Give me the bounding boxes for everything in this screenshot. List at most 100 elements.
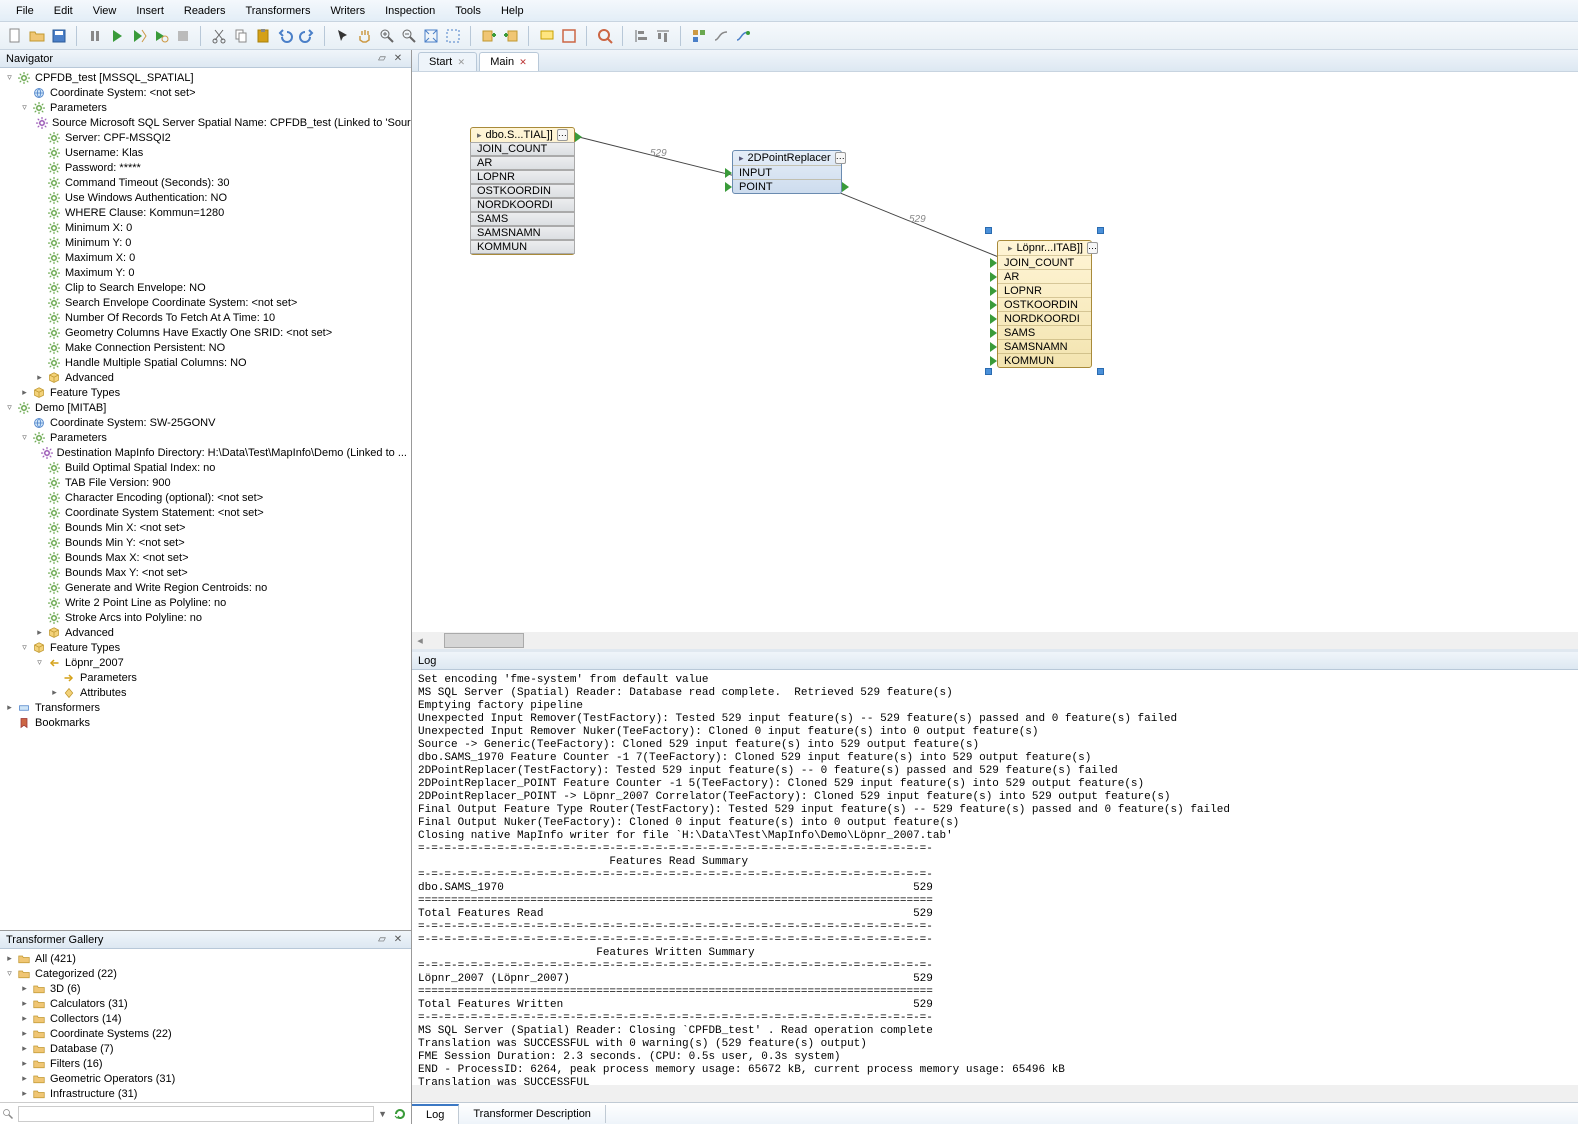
transformer-node[interactable]: ▸ 2DPointReplacer ⋯ INPUTPOINT bbox=[732, 150, 842, 194]
nav-writer-param-6[interactable]: Bounds Min Y: <not set> bbox=[0, 535, 411, 550]
nav-writer-param-11[interactable]: Stroke Arcs into Polyline: no bbox=[0, 610, 411, 625]
add-writer-icon[interactable] bbox=[502, 27, 520, 45]
nav-reader-param-0[interactable]: Source Microsoft SQL Server Spatial Name… bbox=[0, 115, 411, 130]
nav-reader-param-15[interactable]: Make Connection Persistent: NO bbox=[0, 340, 411, 355]
nav-reader-param-14[interactable]: Geometry Columns Have Exactly One SRID: … bbox=[0, 325, 411, 340]
open-icon[interactable] bbox=[28, 27, 46, 45]
nav-writer-ft-child[interactable]: ▿Löpnr_2007 bbox=[0, 655, 411, 670]
nav-transformers[interactable]: ▸Transformers bbox=[0, 700, 411, 715]
save-icon[interactable] bbox=[50, 27, 68, 45]
close-icon[interactable]: ✕ bbox=[518, 57, 528, 67]
writer-node[interactable]: ▸ Löpnr...ITAB]] ⋯ JOIN_COUNTARLOPNROSTK… bbox=[997, 240, 1092, 368]
nav-writer-param-1[interactable]: Build Optimal Spatial Index: no bbox=[0, 460, 411, 475]
port-kommun[interactable]: KOMMUN bbox=[470, 240, 575, 254]
nav-writer-param-7[interactable]: Bounds Max X: <not set> bbox=[0, 550, 411, 565]
nav-ft-attrs[interactable]: ▸Attributes bbox=[0, 685, 411, 700]
port-point[interactable]: POINT bbox=[733, 179, 841, 193]
nav-ft-params[interactable]: Parameters bbox=[0, 670, 411, 685]
gallery-cat-7[interactable]: ▸Infrastructure (31) bbox=[0, 1086, 411, 1101]
nav-reader-advanced[interactable]: ▸Advanced bbox=[0, 370, 411, 385]
nav-reader-param-5[interactable]: Use Windows Authentication: NO bbox=[0, 190, 411, 205]
nav-reader-param-2[interactable]: Username: Klas bbox=[0, 145, 411, 160]
cut-icon[interactable] bbox=[210, 27, 228, 45]
nav-writer-coord[interactable]: Coordinate System: SW-25GONV bbox=[0, 415, 411, 430]
nav-writer-param-3[interactable]: Character Encoding (optional): <not set> bbox=[0, 490, 411, 505]
transformer-header[interactable]: ▸ 2DPointReplacer ⋯ bbox=[733, 151, 841, 165]
align-left-icon[interactable] bbox=[632, 27, 650, 45]
run-icon[interactable] bbox=[108, 27, 126, 45]
nav-writer-ft[interactable]: ▿Feature Types bbox=[0, 640, 411, 655]
nav-reader-params[interactable]: ▿Parameters bbox=[0, 100, 411, 115]
nav-reader-param-10[interactable]: Maximum Y: 0 bbox=[0, 265, 411, 280]
node-props-icon[interactable]: ⋯ bbox=[557, 129, 568, 141]
menu-help[interactable]: Help bbox=[491, 2, 534, 20]
canvas[interactable]: 529 529 ▸ dbo.S...TIAL]] ⋯ JOIN_COUNTARL… bbox=[412, 72, 1578, 632]
port-input[interactable]: INPUT bbox=[733, 165, 841, 179]
nav-writer-param-5[interactable]: Bounds Min X: <not set> bbox=[0, 520, 411, 535]
nav-reader-param-11[interactable]: Clip to Search Envelope: NO bbox=[0, 280, 411, 295]
nav-writer-param-0[interactable]: Destination MapInfo Directory: H:\Data\T… bbox=[0, 445, 411, 460]
gallery-cat-5[interactable]: ▸Filters (16) bbox=[0, 1056, 411, 1071]
gallery-cat-1[interactable]: ▸Calculators (31) bbox=[0, 996, 411, 1011]
gallery-categorized[interactable]: ▿Categorized (22) bbox=[0, 966, 411, 981]
port-ar[interactable]: AR bbox=[998, 269, 1091, 283]
port-ostkoordin[interactable]: OSTKOORDIN bbox=[998, 297, 1091, 311]
nav-reader-param-3[interactable]: Password: ***** bbox=[0, 160, 411, 175]
zoom-extents-icon[interactable] bbox=[422, 27, 440, 45]
nav-reader-param-8[interactable]: Minimum Y: 0 bbox=[0, 235, 411, 250]
menu-edit[interactable]: Edit bbox=[44, 2, 83, 20]
route-icon[interactable] bbox=[712, 27, 730, 45]
tab-main[interactable]: Main ✕ bbox=[479, 52, 539, 71]
log-tab-log[interactable]: Log bbox=[412, 1104, 459, 1124]
gallery-search-input[interactable] bbox=[18, 1106, 374, 1122]
menu-insert[interactable]: Insert bbox=[126, 2, 174, 20]
port-ostkoordin[interactable]: OSTKOORDIN bbox=[470, 184, 575, 198]
undo-icon[interactable] bbox=[276, 27, 294, 45]
refresh-route-icon[interactable] bbox=[734, 27, 752, 45]
log-tab-desc[interactable]: Transformer Description bbox=[459, 1105, 606, 1123]
nav-reader-param-6[interactable]: WHERE Clause: Kommun=1280 bbox=[0, 205, 411, 220]
selection-handle[interactable] bbox=[1097, 227, 1104, 234]
gallery-cat-2[interactable]: ▸Collectors (14) bbox=[0, 1011, 411, 1026]
zoom-selected-icon[interactable] bbox=[444, 27, 462, 45]
nav-reader-param-12[interactable]: Search Envelope Coordinate System: <not … bbox=[0, 295, 411, 310]
selection-handle[interactable] bbox=[985, 227, 992, 234]
nav-bookmarks[interactable]: Bookmarks bbox=[0, 715, 411, 730]
align-top-icon[interactable] bbox=[654, 27, 672, 45]
nav-reader-param-16[interactable]: Handle Multiple Spatial Columns: NO bbox=[0, 355, 411, 370]
port-nordkoordi[interactable]: NORDKOORDI bbox=[998, 311, 1091, 325]
port-sams[interactable]: SAMS bbox=[470, 212, 575, 226]
gallery-all[interactable]: ▸All (421) bbox=[0, 951, 411, 966]
log-hscroll[interactable] bbox=[412, 1085, 1578, 1102]
node-props-icon[interactable]: ⋯ bbox=[835, 152, 846, 164]
node-props-icon[interactable]: ⋯ bbox=[1087, 242, 1098, 254]
menu-file[interactable]: File bbox=[6, 2, 44, 20]
port-lopnr[interactable]: LOPNR bbox=[998, 283, 1091, 297]
navigator-tree[interactable]: ▿CPFDB_test [MSSQL_SPATIAL]Coordinate Sy… bbox=[0, 68, 411, 930]
nav-writer-param-8[interactable]: Bounds Max Y: <not set> bbox=[0, 565, 411, 580]
menu-view[interactable]: View bbox=[83, 2, 127, 20]
menu-inspection[interactable]: Inspection bbox=[375, 2, 445, 20]
nav-writer-param-10[interactable]: Write 2 Point Line as Polyline: no bbox=[0, 595, 411, 610]
writer-header[interactable]: ▸ Löpnr...ITAB]] ⋯ bbox=[998, 241, 1091, 255]
panel-float-icon[interactable]: ▱ bbox=[375, 933, 389, 947]
hscroll-thumb[interactable] bbox=[444, 633, 524, 648]
nav-writer-advanced[interactable]: ▸Advanced bbox=[0, 625, 411, 640]
layout-icon[interactable] bbox=[690, 27, 708, 45]
zoom-out-icon[interactable] bbox=[400, 27, 418, 45]
nav-reader-param-9[interactable]: Maximum X: 0 bbox=[0, 250, 411, 265]
nav-reader-param-1[interactable]: Server: CPF-MSSQI2 bbox=[0, 130, 411, 145]
bookmark-icon[interactable] bbox=[560, 27, 578, 45]
gallery-cat-4[interactable]: ▸Database (7) bbox=[0, 1041, 411, 1056]
gallery-cat-0[interactable]: ▸3D (6) bbox=[0, 981, 411, 996]
run-inspect-icon[interactable] bbox=[152, 27, 170, 45]
port-nordkoordi[interactable]: NORDKOORDI bbox=[470, 198, 575, 212]
menu-tools[interactable]: Tools bbox=[445, 2, 491, 20]
annotation-icon[interactable] bbox=[538, 27, 556, 45]
nav-writer-param-4[interactable]: Coordinate System Statement: <not set> bbox=[0, 505, 411, 520]
nav-reader-coord[interactable]: Coordinate System: <not set> bbox=[0, 85, 411, 100]
gallery-refresh-icon[interactable] bbox=[391, 1105, 409, 1123]
inspector-icon[interactable] bbox=[596, 27, 614, 45]
add-reader-icon[interactable] bbox=[480, 27, 498, 45]
gallery-cat-3[interactable]: ▸Coordinate Systems (22) bbox=[0, 1026, 411, 1041]
